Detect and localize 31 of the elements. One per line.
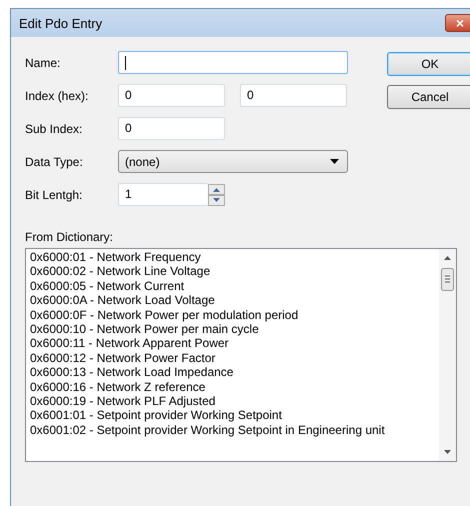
data-type-dropdown[interactable]: (none)	[118, 150, 348, 173]
spinner-arrows-icon[interactable]	[208, 184, 225, 206]
field-label: Sub Index:	[25, 122, 84, 136]
list-item[interactable]: 0x6000:16 - Network Z reference	[30, 380, 385, 394]
name-input[interactable]	[118, 51, 348, 74]
dropdown-arrow-icon	[330, 159, 339, 164]
field-label: Index (hex):	[25, 88, 90, 102]
cancel-button[interactable]: Cancel	[387, 85, 470, 109]
field-label: Name:	[25, 56, 62, 70]
list-item[interactable]: 0x6000:01 - Network Frequency	[30, 250, 385, 264]
scrollbar[interactable]	[439, 249, 456, 461]
list-item[interactable]: 0x6001:02 - Setpoint provider Working Setpoint in Engineering unit	[30, 422, 385, 438]
field-label: Bit Lentgh:	[25, 188, 84, 202]
index-input[interactable]: 0	[118, 84, 225, 107]
list-item[interactable]: 0x6000:11 - Network Apparent Power	[30, 336, 385, 351]
list-item[interactable]: 0x6000:05 - Network Current	[30, 278, 385, 294]
list-item[interactable]: 0x6000:12 - Network Power Factor	[30, 350, 385, 366]
list-item[interactable]: 0x6000:10 - Network Power per main cycle	[30, 322, 385, 336]
dictionary-label: From Dictionary:	[25, 230, 114, 244]
list-item[interactable]: 0x6000:19 - Network PLF Adjusted	[30, 394, 385, 408]
list-item[interactable]: 0x6001:01 - Setpoint provider Working Setpoint	[30, 408, 385, 423]
list-item[interactable]: 0x6000:02 - Network Line Voltage	[30, 264, 385, 279]
list-item[interactable]: 0x6000:0F - Network Power per modulation period	[30, 308, 385, 322]
field-label: Data Type:	[25, 154, 84, 168]
bit-length-input[interactable]: 1	[118, 183, 208, 206]
window-title: Edit Pdo Entry	[19, 16, 102, 30]
list-item[interactable]: 0x6000:0A - Network Load Voltage	[30, 293, 385, 308]
subindex-input[interactable]: 0	[118, 117, 225, 140]
list-item[interactable]: 0x6000:13 - Network Load Impedance	[30, 365, 385, 380]
index-input[interactable]: 0	[240, 84, 347, 107]
ok-button[interactable]: OK	[387, 52, 470, 76]
